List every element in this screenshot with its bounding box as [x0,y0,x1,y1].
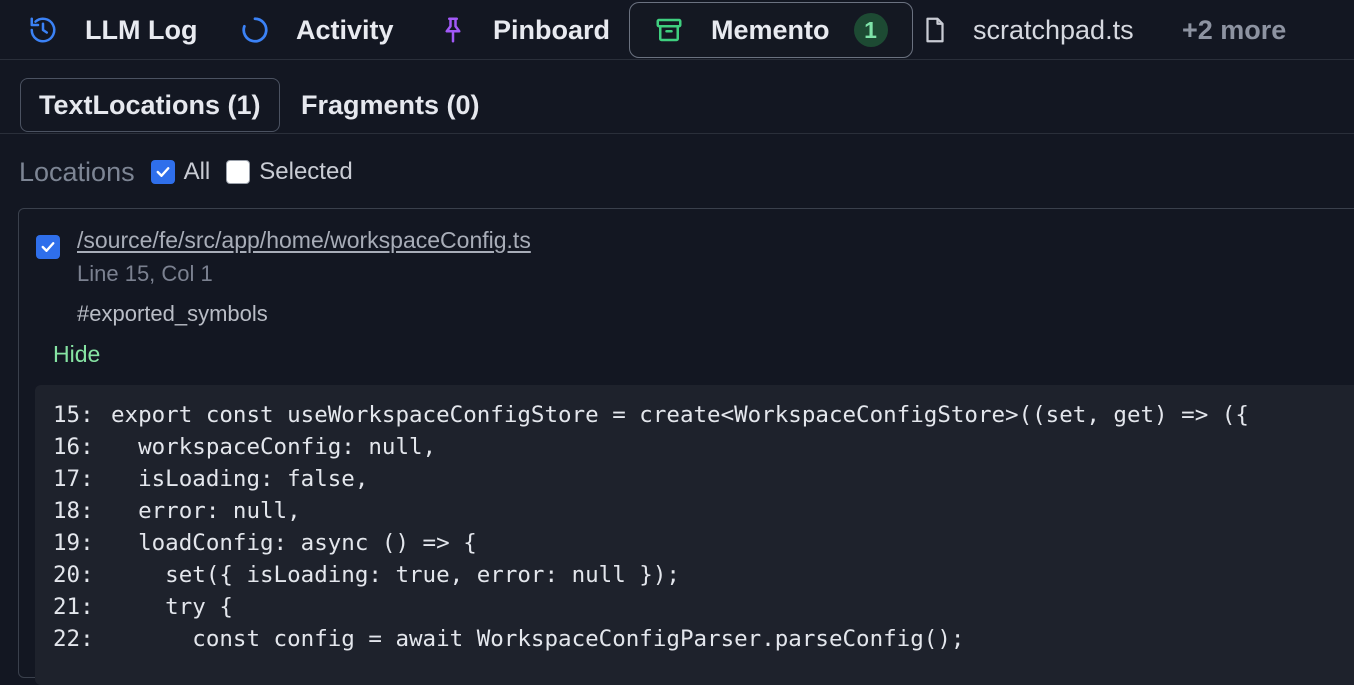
tab-scratchpad[interactable]: scratchpad.ts [920,2,1134,58]
file-path-link[interactable]: /source/fe/src/app/home/workspaceConfig.… [77,227,531,254]
check-icon [41,242,55,252]
subtab-label: TextLocations (1) [39,89,261,120]
subtab-label: Fragments (0) [301,89,480,120]
code-text: loadConfig: async () => { [111,530,477,556]
tab-text-locations[interactable]: TextLocations (1) [20,78,280,132]
tab-label: Pinboard [493,14,611,45]
code-text: const config = await WorkspaceConfigPars… [111,626,965,652]
selected-checkbox[interactable] [226,160,251,184]
tab-activity[interactable]: Activity [240,2,394,58]
tab-label: scratchpad.ts [973,14,1134,45]
line-number: 16: [53,434,94,460]
count-badge: 1 [853,13,888,47]
tab-pinboard[interactable]: Pinboard [438,2,610,58]
code-line: 22: const config = await WorkspaceConfig… [35,623,1354,655]
selected-label: Selected [259,158,353,185]
code-line: 20: set({ isLoading: true, error: null }… [35,559,1354,591]
line-col-text: Line 15, Col 1 [77,261,213,286]
tab-llm-log[interactable]: LLM Log [28,2,197,58]
all-label: All [183,158,211,185]
spinner-icon [240,15,270,45]
line-number: 22: [53,626,94,652]
tab-label: LLM Log [85,14,198,45]
archive-icon [654,15,684,45]
line-number: 17: [53,466,94,492]
file-icon [920,15,950,45]
code-line: 18: error: null, [35,495,1354,527]
top-tab-bar: LLM Log Activity Pinboard Memento 1 scra… [0,0,1354,60]
code-line: 21: try { [35,591,1354,623]
line-number: 21: [53,594,94,620]
code-text: set({ isLoading: true, error: null }); [111,562,680,588]
locations-label: Locations [19,156,135,187]
history-icon [28,15,58,45]
locations-filter: Locations All Selected [19,154,369,190]
line-number: 20: [53,562,94,588]
location-card: /source/fe/src/app/home/workspaceConfig.… [18,208,1354,685]
line-number: 18: [53,498,94,524]
location-checkbox[interactable] [36,235,60,259]
code-line: 19: loadConfig: async () => { [35,527,1354,559]
pin-icon [438,15,468,45]
code-snippet: 15: export const useWorkspaceConfigStore … [35,385,1354,685]
check-icon [156,167,170,177]
tab-fragments[interactable]: Fragments (0) [283,78,498,132]
symbol-tag: #exported_symbols [77,301,268,326]
tab-overflow-more[interactable]: +2 more [1182,2,1286,58]
line-number: 19: [53,530,94,556]
tab-memento[interactable]: Memento 1 [629,2,913,58]
code-text: workspaceConfig: null, [111,434,437,460]
code-text: isLoading: false, [111,466,369,492]
hide-toggle[interactable]: Hide [53,341,100,368]
all-checkbox[interactable] [150,160,175,184]
line-number: 15: [53,402,94,428]
sub-tab-bar: TextLocations (1) Fragments (0) [0,76,1354,134]
code-text: try { [111,594,233,620]
code-text: export const useWorkspaceConfigStore = c… [111,402,1249,428]
tab-label: +2 more [1182,14,1287,45]
code-line: 15: export const useWorkspaceConfigStore … [35,399,1354,431]
tab-label: Memento [711,14,830,45]
code-text: error: null, [111,498,301,524]
tab-label: Activity [296,14,394,45]
code-line: 17: isLoading: false, [35,463,1354,495]
code-line: 16: workspaceConfig: null, [35,431,1354,463]
